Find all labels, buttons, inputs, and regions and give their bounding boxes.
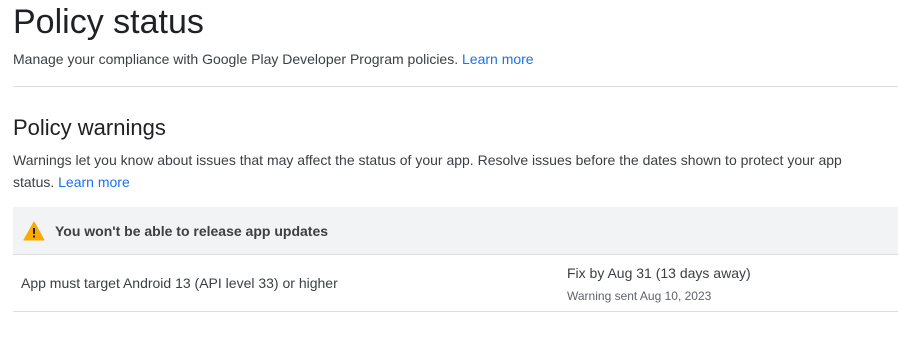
page-subtitle-text: Manage your compliance with Google Play … [13,51,459,67]
warning-group-header: You won't be able to release app updates [13,207,898,255]
page-title: Policy status [13,3,204,41]
issue-row[interactable]: App must target Android 13 (API level 33… [13,255,898,312]
section-description-text: Warnings let you know about issues that … [13,152,842,190]
warning-sent-date: Warning sent Aug 10, 2023 [567,289,712,303]
learn-more-link[interactable]: Learn more [462,51,534,67]
page-subtitle: Manage your compliance with Google Play … [13,49,534,69]
warning-group-title: You won't be able to release app updates [55,222,329,239]
issue-text: App must target Android 13 (API level 33… [21,275,338,291]
divider [13,86,898,87]
section-title-policy-warnings: Policy warnings [13,115,166,140]
section-description: Warnings let you know about issues that … [13,149,883,193]
warnings-learn-more-link[interactable]: Learn more [58,174,130,190]
warning-triangle-icon [23,221,45,241]
fix-by-date: Fix by Aug 31 (13 days away) [567,265,751,281]
